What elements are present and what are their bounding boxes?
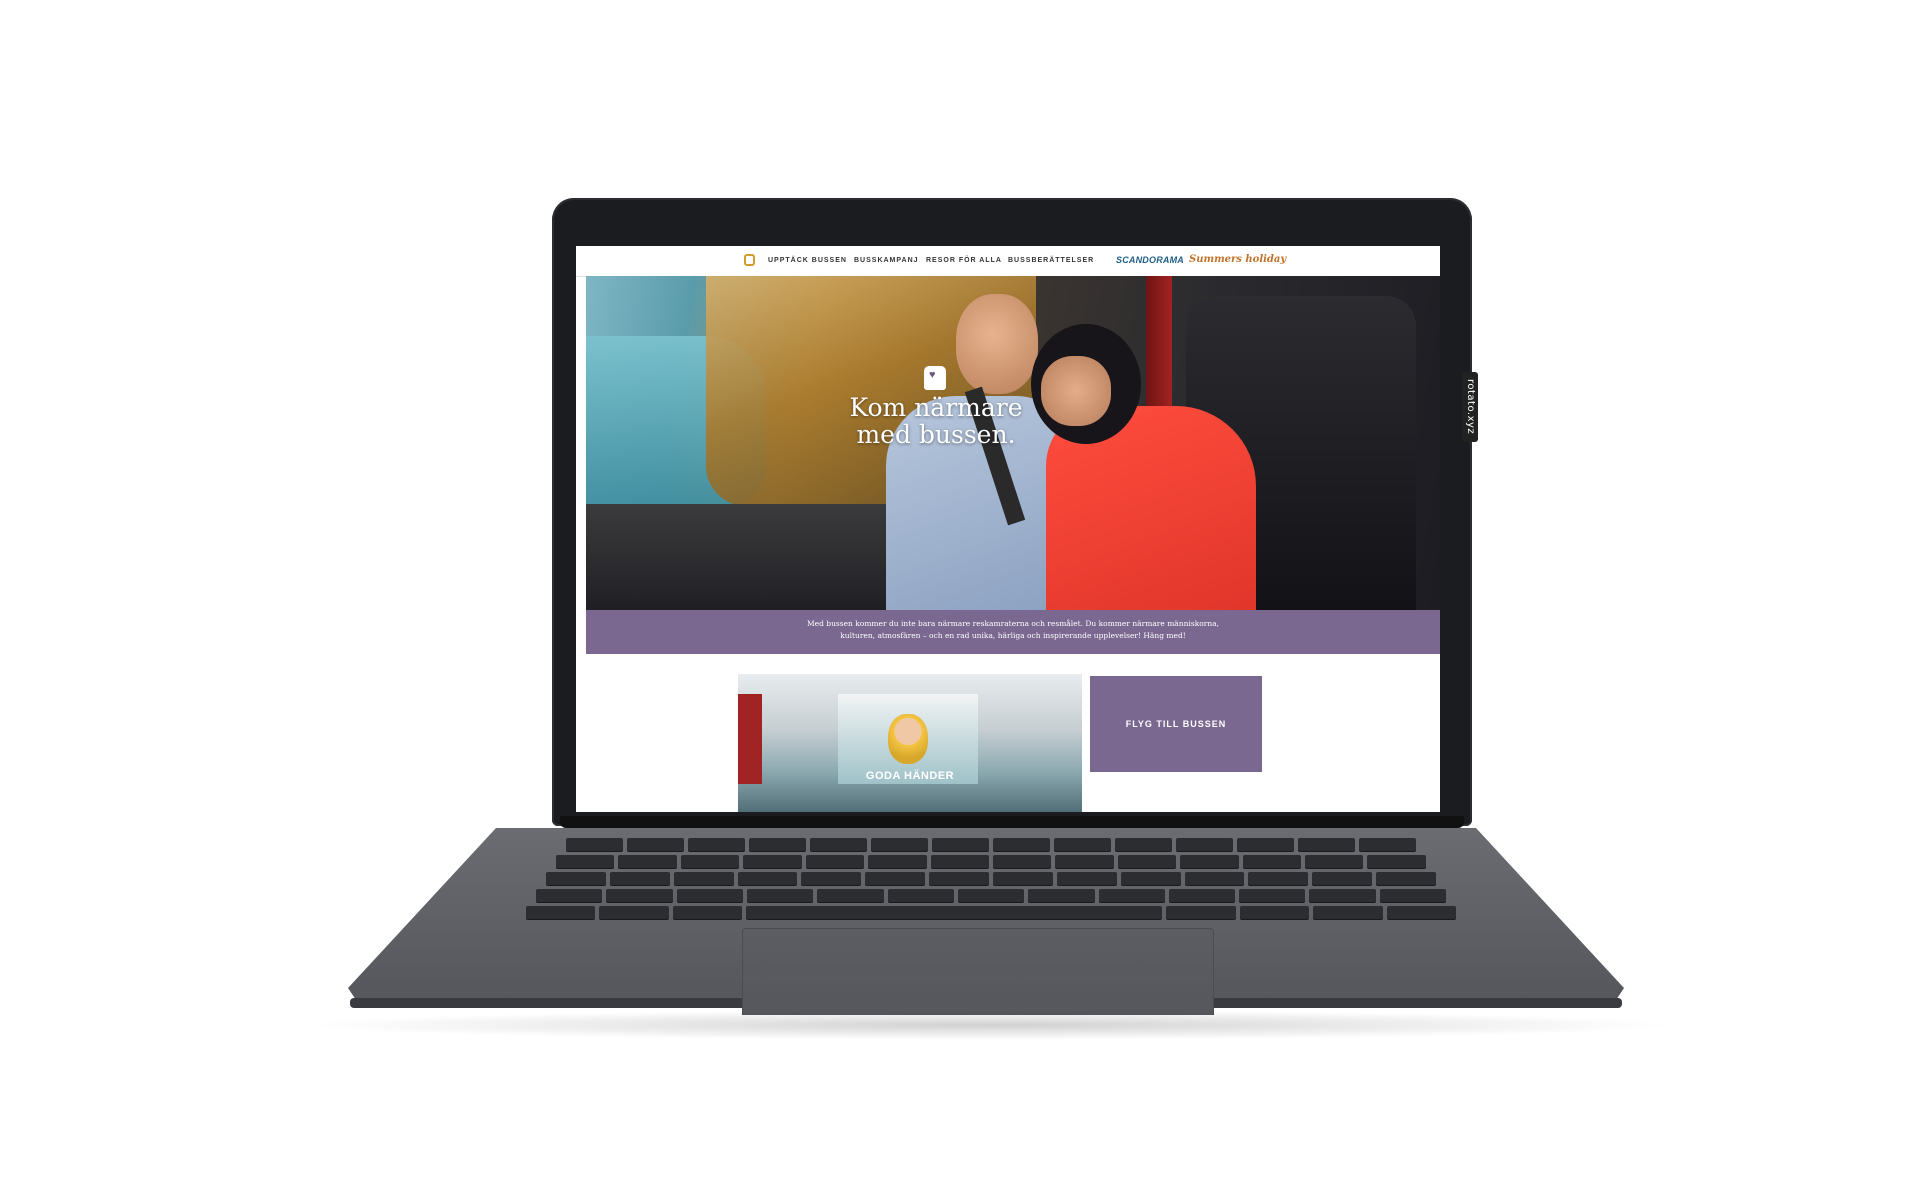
intro-line-1: Med bussen kommer du inte bara närmare r… — [806, 619, 1220, 628]
nav-link-busskampanj[interactable]: BUSSKAMPANJ — [854, 257, 919, 264]
hero-photo-man-head — [956, 294, 1038, 394]
site-nav: UPPTÄCK BUSSEN BUSSKAMPANJ RESOR FÖR ALL… — [576, 246, 1440, 277]
card-goda-hander-label: GODA HÄNDER — [865, 770, 955, 782]
intro-text-strip: Med bussen kommer du inte bara närmare r… — [586, 610, 1440, 654]
nav-link-bussberattelser[interactable]: BUSSBERÄTTELSER — [1008, 257, 1094, 264]
hero-photo-curtain — [1146, 276, 1172, 406]
hero-headline-line1: Kom närmare — [849, 393, 1023, 422]
laptop-base — [346, 828, 1626, 1015]
hero-banner: Kom närmare med bussen. — [586, 276, 1440, 610]
card-flyg-till-bussen[interactable]: FLYG TILL BUSSEN — [1090, 676, 1262, 772]
rotato-side-tag: rotato.xyz — [1462, 372, 1478, 442]
summers-holiday-logo[interactable]: Summers holiday — [1189, 254, 1286, 265]
nav-link-resor-for-alla[interactable]: RESOR FÖR ALLA — [926, 257, 1002, 264]
card-photo-guide — [888, 714, 928, 764]
card-goda-hander[interactable]: GODA HÄNDER — [738, 674, 1082, 812]
laptop-hinge — [560, 816, 1464, 828]
scandorama-logo[interactable]: SCANDORAMA — [1116, 255, 1184, 265]
hero-photo-woman-face — [1041, 356, 1111, 426]
nav-link-upptack-bussen[interactable]: UPPTÄCK BUSSEN — [768, 257, 847, 264]
bus-logo-icon[interactable] — [744, 254, 755, 266]
heart-bus-icon — [924, 366, 946, 390]
trackpad[interactable] — [742, 928, 1214, 1015]
hero-headline: Kom närmare med bussen. — [831, 394, 1041, 448]
keyboard[interactable] — [526, 838, 1457, 919]
laptop-shadow — [300, 1010, 1680, 1040]
hero-headline-line2: med bussen. — [856, 420, 1016, 449]
laptop-lid: UPPTÄCK BUSSEN BUSSKAMPANJ RESOR FÖR ALL… — [552, 198, 1472, 826]
intro-line-2: kulturen, atmosfären – och en rad unika,… — [840, 631, 1186, 640]
browser-viewport: UPPTÄCK BUSSEN BUSSKAMPANJ RESOR FÖR ALL… — [576, 246, 1440, 812]
